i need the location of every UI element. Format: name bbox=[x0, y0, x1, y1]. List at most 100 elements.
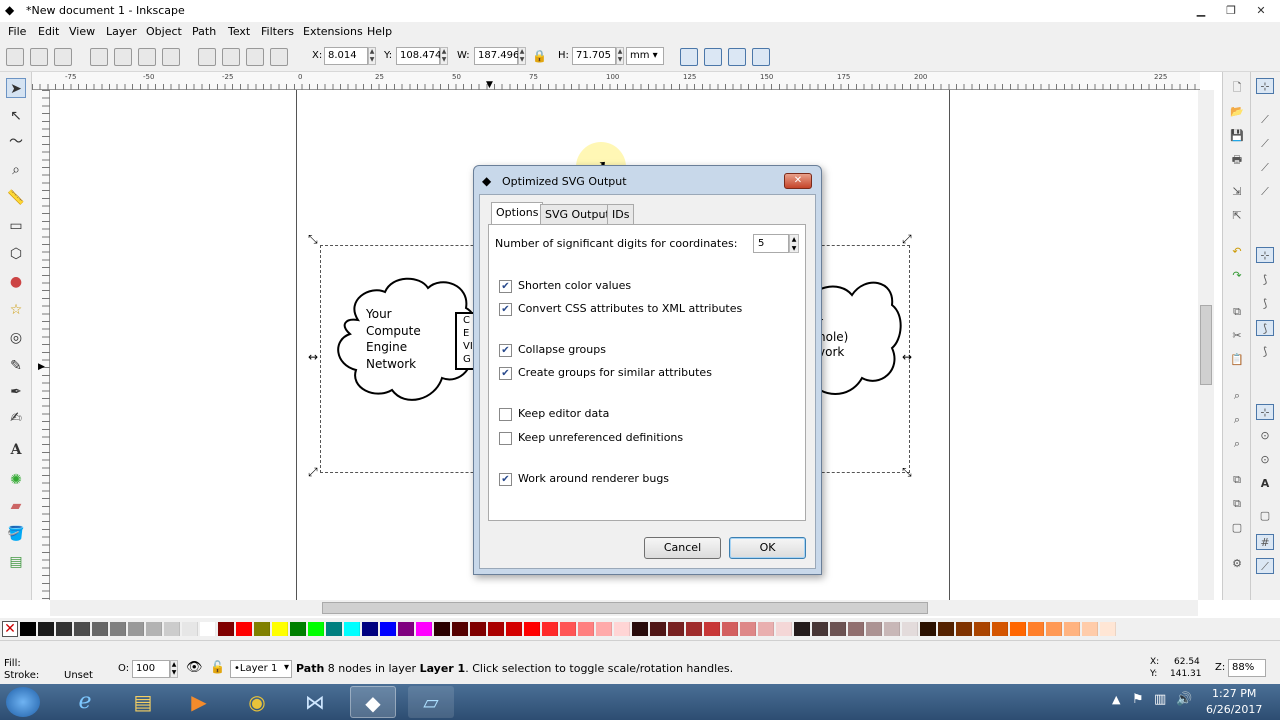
menu-extensions[interactable]: Extensions bbox=[303, 25, 363, 38]
x-spinner[interactable]: ▲ ▼ bbox=[368, 47, 376, 65]
clone-icon[interactable]: ⧉ bbox=[1228, 496, 1246, 512]
color-swatch[interactable] bbox=[92, 622, 108, 636]
color-swatch[interactable] bbox=[218, 622, 234, 636]
digits-input[interactable]: 5 bbox=[753, 234, 789, 253]
color-swatch[interactable] bbox=[236, 622, 252, 636]
deselect-icon[interactable] bbox=[54, 48, 72, 66]
color-swatch[interactable] bbox=[1064, 622, 1080, 636]
rectangle-tool-icon[interactable]: ▭ bbox=[6, 216, 26, 236]
no-paint-swatch[interactable]: ✕ bbox=[2, 621, 18, 637]
spray-tool-icon[interactable]: ✺ bbox=[6, 470, 26, 490]
color-swatch[interactable] bbox=[794, 622, 810, 636]
zoom-tool-icon[interactable]: ⌕ bbox=[6, 160, 26, 180]
layer-select[interactable]: •Layer 1 ▾ bbox=[230, 660, 292, 678]
menu-layer[interactable]: Layer bbox=[106, 25, 137, 38]
network-icon[interactable]: ▥ bbox=[1154, 692, 1166, 707]
action-center-icon[interactable]: ⚑ bbox=[1132, 692, 1144, 707]
menu-text[interactable]: Text bbox=[228, 25, 250, 38]
color-swatch[interactable] bbox=[146, 622, 162, 636]
color-swatch[interactable] bbox=[506, 622, 522, 636]
zoom-selection-icon[interactable]: ⌕ bbox=[1228, 388, 1246, 404]
scale-stroke-icon[interactable] bbox=[680, 48, 698, 66]
horizontal-scroll-thumb[interactable] bbox=[322, 602, 928, 614]
clock-date[interactable]: 6/26/2017 bbox=[1206, 703, 1262, 716]
pen-tool-icon[interactable]: ✒ bbox=[6, 382, 26, 402]
fill-stroke-icon[interactable]: ⚙ bbox=[1228, 556, 1246, 572]
color-swatch[interactable] bbox=[740, 622, 756, 636]
scale-handle-left[interactable]: ↔ bbox=[308, 350, 318, 364]
color-swatch[interactable] bbox=[416, 622, 432, 636]
flip-horizontal-icon[interactable] bbox=[138, 48, 156, 66]
color-swatch[interactable] bbox=[650, 622, 666, 636]
scale-corners-icon[interactable] bbox=[704, 48, 722, 66]
snap-bbox-edges-icon[interactable]: ⟋ bbox=[1256, 136, 1274, 152]
snap-centers-icon[interactable]: ⊹ bbox=[1256, 404, 1274, 420]
clock-time[interactable]: 1:27 PM bbox=[1212, 687, 1256, 700]
color-swatch[interactable] bbox=[614, 622, 630, 636]
color-swatch[interactable] bbox=[488, 622, 504, 636]
opacity-input[interactable]: 100 bbox=[132, 660, 170, 678]
redo-icon[interactable]: ↷ bbox=[1228, 268, 1246, 284]
scale-handle-top-right[interactable]: ⤢ bbox=[902, 232, 912, 247]
color-swatch[interactable] bbox=[110, 622, 126, 636]
y-input[interactable]: 108.474 bbox=[396, 47, 441, 65]
x-input[interactable]: 8.014 bbox=[324, 47, 368, 65]
spiral-tool-icon[interactable]: ◎ bbox=[6, 328, 26, 348]
snap-guides-icon[interactable]: ⟋ bbox=[1256, 558, 1274, 574]
internet-explorer-icon[interactable]: ℯ bbox=[62, 686, 108, 718]
move-patterns-icon[interactable] bbox=[752, 48, 770, 66]
color-swatch[interactable] bbox=[470, 622, 486, 636]
color-swatch[interactable] bbox=[776, 622, 792, 636]
snap-toggle-icon[interactable]: ⊹ bbox=[1256, 78, 1274, 94]
snap-page-border-icon[interactable]: ▢ bbox=[1256, 508, 1274, 524]
color-swatch[interactable] bbox=[56, 622, 72, 636]
color-swatch[interactable] bbox=[74, 622, 90, 636]
open-icon[interactable]: 📂 bbox=[1228, 104, 1246, 120]
color-swatch[interactable] bbox=[1100, 622, 1116, 636]
text-tool-icon[interactable]: A bbox=[6, 440, 26, 460]
horizontal-scrollbar[interactable] bbox=[50, 600, 1198, 616]
color-swatch[interactable] bbox=[272, 622, 288, 636]
color-swatch[interactable] bbox=[758, 622, 774, 636]
lower-icon[interactable] bbox=[222, 48, 240, 66]
snap-bbox-icon[interactable]: ⟋ bbox=[1256, 112, 1274, 128]
color-swatch[interactable] bbox=[560, 622, 576, 636]
color-swatch[interactable] bbox=[686, 622, 702, 636]
gradient-tool-icon[interactable]: ▤ bbox=[6, 552, 26, 572]
duplicate-icon[interactable]: ⧉ bbox=[1228, 472, 1246, 488]
unit-select[interactable]: mm ▾ bbox=[626, 47, 664, 65]
color-swatch[interactable] bbox=[38, 622, 54, 636]
media-player-icon[interactable]: ▶ bbox=[176, 686, 222, 718]
zoom-page-icon[interactable]: ⌕ bbox=[1228, 436, 1246, 452]
star-tool-icon[interactable]: ☆ bbox=[6, 300, 26, 320]
tab-svg-output[interactable]: SVG Output bbox=[540, 204, 615, 224]
color-swatch[interactable] bbox=[884, 622, 900, 636]
lower-to-bottom-icon[interactable] bbox=[198, 48, 216, 66]
color-swatch[interactable] bbox=[524, 622, 540, 636]
keep-editor-data-checkbox[interactable] bbox=[499, 408, 512, 421]
digits-spinner[interactable]: ▲ ▼ bbox=[789, 234, 799, 253]
selector-tool-icon[interactable]: ➤ bbox=[6, 78, 26, 98]
flip-vertical-icon[interactable] bbox=[162, 48, 180, 66]
color-swatch[interactable] bbox=[992, 622, 1008, 636]
snap-nodes-icon[interactable]: ⊹ bbox=[1256, 247, 1274, 263]
color-swatch[interactable] bbox=[20, 622, 36, 636]
show-hidden-icons-icon[interactable]: ▲ bbox=[1112, 693, 1120, 706]
snap-object-midpoints-icon[interactable]: ⊙ bbox=[1256, 452, 1274, 468]
menu-view[interactable]: View bbox=[69, 25, 95, 38]
color-swatch[interactable] bbox=[668, 622, 684, 636]
lock-layer-icon[interactable]: 🔓 bbox=[210, 660, 225, 674]
import-icon[interactable]: ⇲ bbox=[1228, 184, 1246, 200]
snap-rotation-center-icon[interactable]: ⊙ bbox=[1256, 428, 1274, 444]
raise-icon[interactable] bbox=[246, 48, 264, 66]
menu-object[interactable]: Object bbox=[146, 25, 182, 38]
measure-tool-icon[interactable]: 📏 bbox=[6, 188, 26, 208]
cancel-button[interactable]: Cancel bbox=[644, 537, 721, 559]
color-swatch[interactable] bbox=[398, 622, 414, 636]
color-swatch[interactable] bbox=[956, 622, 972, 636]
node-tool-icon[interactable]: ↖ bbox=[6, 106, 26, 126]
snap-bbox-corners-icon[interactable]: ⟋ bbox=[1256, 160, 1274, 176]
color-swatch[interactable] bbox=[830, 622, 846, 636]
tab-ids[interactable]: IDs bbox=[607, 204, 635, 224]
zoom-input[interactable]: 88% bbox=[1228, 659, 1266, 677]
